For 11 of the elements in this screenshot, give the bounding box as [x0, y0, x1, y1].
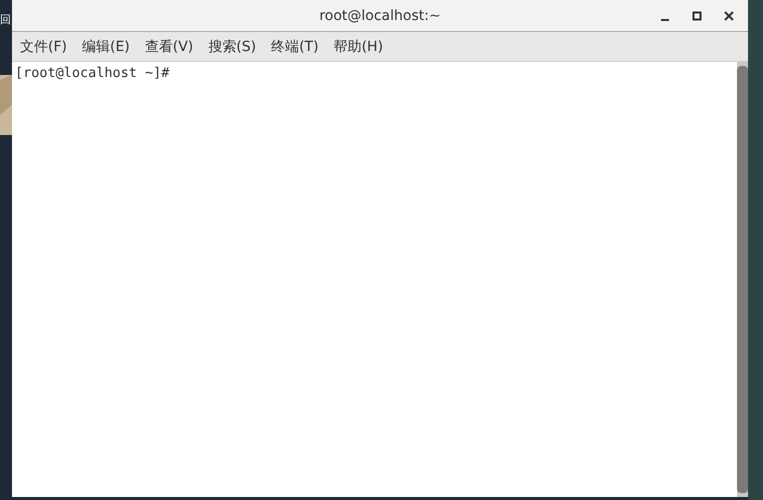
menu-item[interactable]: 搜索(S): [208, 38, 256, 56]
menu-item[interactable]: 文件(F): [20, 38, 67, 56]
close-icon: [724, 11, 734, 21]
terminal-line: [root@localhost ~]#: [15, 65, 170, 81]
menu-item[interactable]: 编辑(E): [82, 38, 130, 56]
minimize-icon: [661, 18, 669, 20]
maximize-icon: [692, 11, 702, 21]
menu-item[interactable]: 查看(V): [144, 38, 194, 56]
window-title: root@localhost:~: [319, 8, 441, 24]
menu-item[interactable]: 终端(T): [271, 38, 319, 56]
menu-item[interactable]: 帮助(H): [334, 38, 384, 56]
